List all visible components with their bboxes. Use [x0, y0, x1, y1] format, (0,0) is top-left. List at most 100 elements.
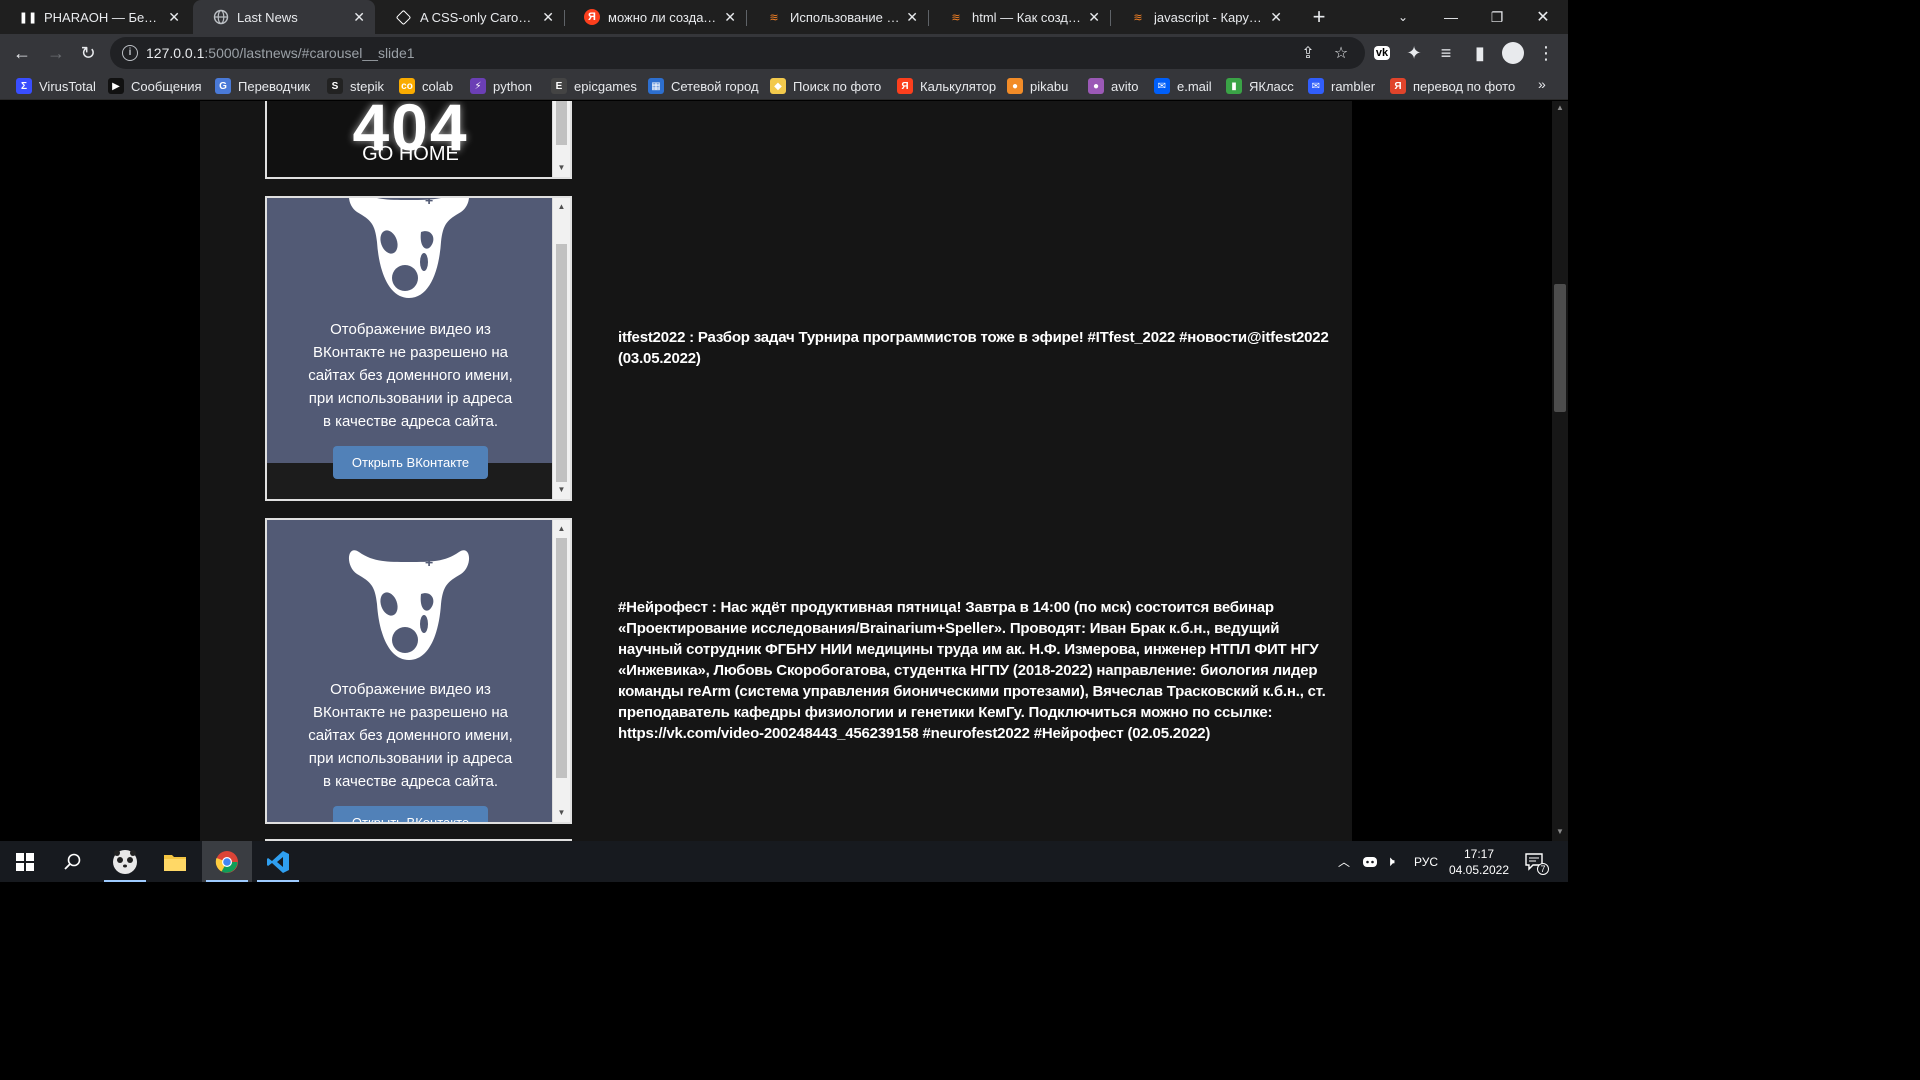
- bookmark-e.mail[interactable]: ✉ e.mail: [1154, 76, 1212, 96]
- bookmark-label: pikabu: [1030, 78, 1069, 94]
- bookmark-avito[interactable]: ● avito: [1088, 76, 1138, 96]
- scroll-thumb[interactable]: [556, 244, 567, 482]
- search-icon[interactable]: [48, 841, 98, 882]
- message-line: в качестве адреса сайта.: [322, 413, 499, 430]
- address-bar[interactable]: i 127.0.0.1:5000/lastnews/#carousel__sli…: [110, 37, 1365, 69]
- frame-scrollbar[interactable]: ▲ ▼: [552, 520, 570, 822]
- tab-last-news[interactable]: Last News ✕: [193, 0, 375, 34]
- bookmark-label: ЯКласс: [1249, 78, 1294, 94]
- play-icon: ▶: [108, 78, 124, 94]
- tab-python-so[interactable]: ≋ Использование Pyth ✕: [746, 0, 928, 34]
- forward-button[interactable]: →: [42, 39, 70, 67]
- bookmark-сообщения[interactable]: ▶ Сообщения: [108, 76, 202, 96]
- volume-icon[interactable]: 🕨: [1386, 841, 1395, 882]
- file-explorer-icon[interactable]: [150, 841, 200, 882]
- extensions-puzzle-icon[interactable]: ✦: [1400, 39, 1428, 67]
- codepen-icon: [395, 9, 412, 25]
- open-vk-button[interactable]: Открыть ВКонтакте: [333, 806, 488, 822]
- panda-app-icon[interactable]: [100, 841, 150, 882]
- bookmark-pikabu[interactable]: ● pikabu: [1007, 76, 1068, 96]
- embedded-404-frame[interactable]: 404 GO HOME ▼: [265, 101, 572, 179]
- close-tab-icon[interactable]: ✕: [542, 9, 554, 26]
- discord-tray-icon[interactable]: [1362, 841, 1378, 882]
- go-home-link[interactable]: GO HOME: [267, 143, 554, 166]
- windows-start-icon[interactable]: [0, 841, 50, 882]
- message-line: ВКонтакте не разрешено на: [312, 344, 509, 361]
- tab-pharaoh[interactable]: ❚❚ PHARAOH — Без клю ✕: [0, 0, 190, 34]
- bookmark-label: VirusTotal: [39, 78, 96, 94]
- scroll-down-arrow[interactable]: ▼: [553, 806, 570, 820]
- close-tab-icon[interactable]: ✕: [906, 9, 918, 26]
- tab-js-so[interactable]: ≋ javascript - Карусель ✕: [1110, 0, 1292, 34]
- page-scrollbar[interactable]: ▲ ▼: [1552, 101, 1568, 841]
- bookmark-star-icon[interactable]: ☆: [1330, 42, 1352, 64]
- profile-avatar[interactable]: [1502, 42, 1524, 64]
- tab-html-so[interactable]: ≋ html — Как создать д ✕: [928, 0, 1110, 34]
- bookmark-сетевой-город[interactable]: ▦ Сетевой город: [648, 76, 759, 96]
- notifications-icon[interactable]: 7: [1524, 841, 1549, 882]
- bookmark-virustotal[interactable]: Σ VirusTotal: [16, 76, 96, 96]
- restore-button[interactable]: ❐: [1474, 0, 1520, 34]
- back-button[interactable]: ←: [8, 39, 36, 67]
- message-line: Отображение видео из: [330, 321, 491, 338]
- reload-button[interactable]: ↻: [74, 39, 102, 67]
- scroll-thumb[interactable]: [1554, 284, 1566, 412]
- menu-kebab-icon[interactable]: ⋮: [1532, 39, 1560, 67]
- scroll-up-arrow[interactable]: ▲: [553, 200, 570, 214]
- scroll-down-arrow[interactable]: ▼: [553, 161, 570, 175]
- clock[interactable]: 17:17 04.05.2022: [1449, 841, 1509, 882]
- language-indicator[interactable]: РУС: [1414, 841, 1438, 882]
- vk-extension-icon[interactable]: vk: [1368, 39, 1396, 67]
- tab-yandex[interactable]: Я можно ли создать ка ✕: [564, 0, 746, 34]
- minimize-button[interactable]: —: [1428, 0, 1474, 34]
- open-vk-button[interactable]: Открыть ВКонтакте: [333, 446, 488, 479]
- bookmark-перевод-по-фото[interactable]: Яперевод по фото: [1390, 76, 1515, 96]
- yaklass-icon: ▮: [1226, 78, 1242, 94]
- scroll-up-arrow[interactable]: ▲: [1552, 103, 1568, 115]
- close-tab-icon[interactable]: ✕: [1270, 9, 1282, 26]
- bookmark-переводчик[interactable]: G Переводчик: [215, 76, 310, 96]
- close-tab-icon[interactable]: ✕: [724, 9, 736, 26]
- new-tab-button[interactable]: +: [1305, 3, 1333, 31]
- bookmark-stepik[interactable]: Sstepik: [327, 76, 384, 96]
- site-info-icon[interactable]: i: [122, 45, 138, 61]
- bookmark-поиск-по-фото[interactable]: ◆ Поиск по фото: [770, 76, 881, 96]
- frame-scrollbar[interactable]: ▼: [552, 101, 570, 177]
- scroll-down-arrow[interactable]: ▼: [1552, 827, 1568, 839]
- bookmark-якласс[interactable]: ▮ ЯКласс: [1226, 76, 1294, 96]
- scroll-up-arrow[interactable]: ▲: [553, 522, 570, 536]
- media-queue-icon[interactable]: ≡: [1432, 39, 1460, 67]
- translate-icon: G: [215, 78, 231, 94]
- close-tab-icon[interactable]: ✕: [168, 9, 180, 26]
- bookmark-python[interactable]: ⚡ python: [470, 76, 532, 96]
- tab-strip: ❚❚ PHARAOH — Без клю ✕ Last News ✕ A CSS…: [0, 0, 1568, 34]
- close-tab-icon[interactable]: ✕: [353, 9, 365, 26]
- stackoverflow-icon: ≋: [951, 11, 961, 24]
- scroll-thumb[interactable]: [556, 538, 567, 778]
- close-window-button[interactable]: ✕: [1520, 0, 1566, 34]
- share-icon[interactable]: ⇪: [1297, 42, 1319, 64]
- close-tab-icon[interactable]: ✕: [1088, 9, 1100, 26]
- bookmark-label: stepik: [350, 78, 384, 94]
- side-panel-icon[interactable]: ▮: [1466, 39, 1494, 67]
- bookmark-colab[interactable]: co colab: [399, 76, 453, 96]
- bookmark-rambler[interactable]: ✉ rambler: [1308, 76, 1375, 96]
- tray-overflow-icon[interactable]: ︿: [1338, 841, 1350, 882]
- frame-scrollbar[interactable]: ▲ ▼: [552, 198, 570, 499]
- tab-css-carousel[interactable]: A CSS-only Carousel S ✕: [378, 0, 564, 34]
- bookmark-калькулятор[interactable]: Я Калькулятор: [897, 76, 996, 96]
- url-text[interactable]: 127.0.0.1:5000/lastnews/#carousel__slide…: [146, 45, 415, 61]
- vk-video-frame[interactable]: ǂ Отображение видео из ВКонтакте не разр…: [265, 196, 572, 501]
- bookmark-epicgames[interactable]: Eepicgames: [551, 76, 637, 96]
- bookmark-label: colab: [422, 78, 454, 94]
- bookmarks-overflow-icon[interactable]: »: [1538, 76, 1546, 92]
- chrome-icon[interactable]: [202, 841, 252, 882]
- vk-video-frame[interactable]: ǂ Отображение видео из ВКонтакте не разр…: [265, 518, 572, 824]
- vscode-icon[interactable]: [253, 841, 303, 882]
- tab-search-icon[interactable]: ⌄: [1380, 0, 1426, 34]
- clock-time: 17:17: [1463, 846, 1495, 861]
- tab-title: html — Как создать д: [972, 9, 1082, 25]
- scroll-down-arrow[interactable]: ▼: [553, 483, 570, 497]
- message-line: в качестве адреса сайта.: [322, 773, 499, 790]
- message-line: при использовании ip адреса: [308, 750, 513, 767]
